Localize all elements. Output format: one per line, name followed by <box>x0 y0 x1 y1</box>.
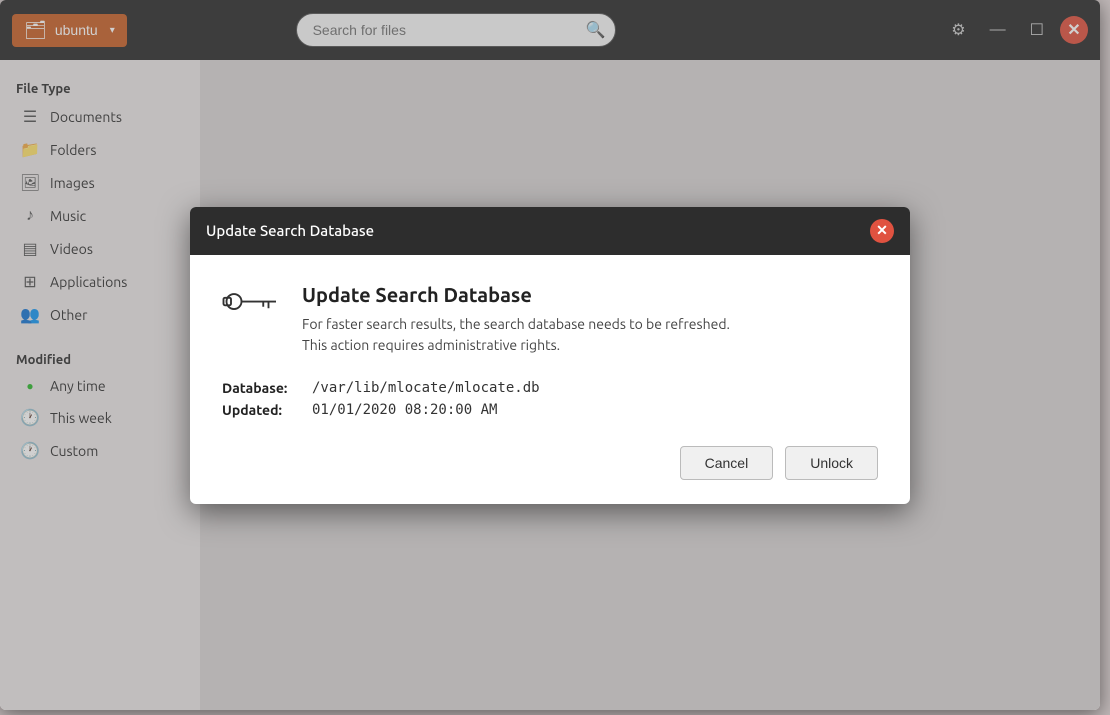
dialog-body: Update Search Database For faster search… <box>190 255 910 504</box>
dialog-title: Update Search Database <box>206 222 374 239</box>
updated-row: Updated: 01/01/2020 08:20:00 AM <box>222 402 878 418</box>
dialog-header: Update Search Database For faster search… <box>222 283 878 356</box>
unlock-button[interactable]: Unlock <box>785 446 878 480</box>
dialog-close-button[interactable]: ✕ <box>870 219 894 243</box>
updated-label: Updated: <box>222 402 312 418</box>
database-row: Database: /var/lib/mlocate/mlocate.db <box>222 380 878 396</box>
dialog-overlay: Update Search Database ✕ <box>0 0 1100 710</box>
main-window: 🗂 ubuntu ▾ 🔍 ⚙ — ☐ ✕ File Type ☰ Documen… <box>0 0 1100 710</box>
dialog-actions: Cancel Unlock <box>222 446 878 480</box>
key-icon <box>222 283 282 327</box>
dialog-description-line1: For faster search results, the search da… <box>302 316 730 332</box>
database-value: /var/lib/mlocate/mlocate.db <box>312 380 540 396</box>
dialog-info: Database: /var/lib/mlocate/mlocate.db Up… <box>222 380 878 418</box>
updated-value: 01/01/2020 08:20:00 AM <box>312 402 497 418</box>
dialog-heading: Update Search Database <box>302 283 730 306</box>
database-label: Database: <box>222 380 312 396</box>
dialog-description: For faster search results, the search da… <box>302 314 730 356</box>
dialog-description-line2: This action requires administrative righ… <box>302 337 560 353</box>
cancel-button[interactable]: Cancel <box>680 446 774 480</box>
update-search-dialog: Update Search Database ✕ <box>190 207 910 504</box>
dialog-titlebar: Update Search Database ✕ <box>190 207 910 255</box>
dialog-text-block: Update Search Database For faster search… <box>302 283 730 356</box>
